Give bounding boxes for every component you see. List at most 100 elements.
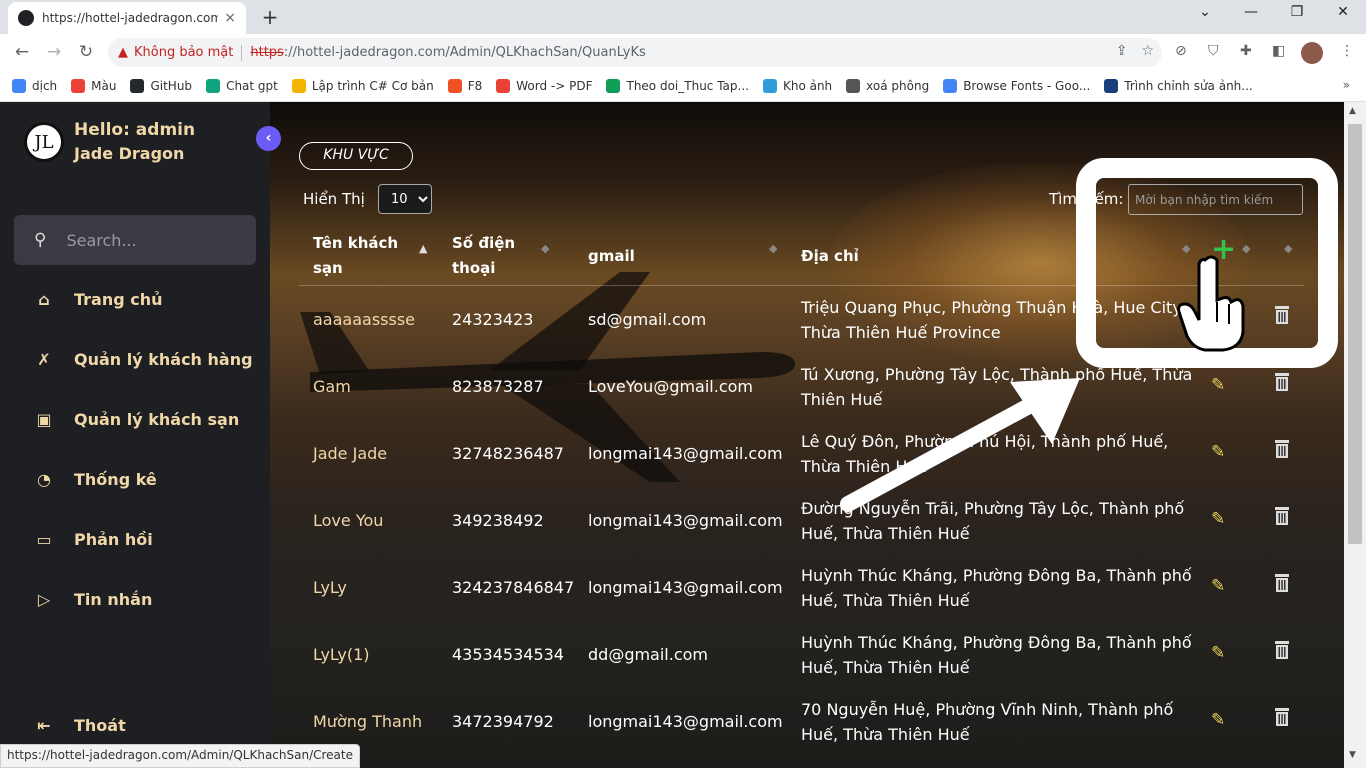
compass-extension-icon[interactable]: ⊘	[1175, 43, 1187, 59]
table-row: Love You 349238492 longmai143@gmail.com Đườ…	[299, 487, 1304, 554]
edit-pencil-icon[interactable]: ✎	[1211, 509, 1225, 529]
reload-icon[interactable]: ↻	[74, 41, 98, 65]
minimize-icon[interactable]: —	[1228, 4, 1274, 20]
restore-icon[interactable]: ❐	[1274, 4, 1320, 20]
cell-hotel-name: aaaaaasssse	[313, 310, 416, 329]
tab-title: https://hottel-jadedragon.com/A	[42, 11, 219, 25]
edit-pencil-icon[interactable]: ✎	[1211, 576, 1225, 596]
sidebar-item-label: Trang chủ	[74, 290, 163, 309]
sort-icon[interactable]: ◆	[769, 243, 777, 254]
bookmark-item[interactable]: xoá phông	[846, 79, 929, 93]
site-favicon-icon	[18, 10, 34, 26]
column-gmail[interactable]: gmail	[588, 226, 708, 286]
cell-gmail: dd@gmail.com	[588, 645, 709, 664]
delete-trash-icon[interactable]	[1275, 641, 1289, 659]
bookmark-item[interactable]: Word -> PDF	[496, 79, 592, 93]
divider	[241, 44, 243, 61]
tab-close-icon[interactable]: ×	[224, 10, 236, 26]
bookmark-item[interactable]: F8	[447, 79, 482, 93]
address-bar[interactable]: ▲ Không bảo mật https ://hottel-jadedrag…	[108, 38, 1162, 67]
bookmark-label: Theo doi_Thuc Tap...	[626, 79, 749, 93]
sidebar-item[interactable]: ◔ Thống kê	[34, 470, 157, 489]
edit-pencil-icon[interactable]: ✎	[1211, 710, 1225, 730]
more-bookmarks-icon[interactable]: »	[1343, 78, 1350, 92]
sidebar-search[interactable]: ⚲	[14, 215, 256, 265]
edit-pencil-icon[interactable]: ✎	[1211, 375, 1225, 395]
scrollbar-thumb[interactable]	[1348, 124, 1362, 544]
bookmark-item[interactable]: Kho ảnh	[762, 79, 832, 93]
bookmark-item[interactable]: Trình chỉnh sửa ảnh...	[1104, 79, 1253, 93]
link-status-bar: https://hottel-jadedragon.com/Admin/QLKh…	[0, 744, 361, 768]
browser-tab[interactable]: https://hottel-jadedragon.com/A ×	[8, 2, 246, 34]
page-scrollbar[interactable]: ▲ ▼	[1344, 102, 1366, 768]
cell-gmail: LoveYou@gmail.com	[588, 377, 754, 396]
sidebar-item[interactable]: ⌂ Trang chủ	[34, 290, 163, 309]
forward-arrow-icon[interactable]: →	[42, 41, 66, 65]
sidebar-item-label: Quản lý khách hàng	[74, 350, 253, 369]
table-row: LyLy(1) 43534534534 dd@gmail.com Huỳnh Thúc…	[299, 621, 1304, 688]
bookmark-label: Word -> PDF	[516, 79, 593, 93]
page-size-select[interactable]: 10	[378, 184, 432, 214]
new-tab-button[interactable]: +	[258, 6, 282, 30]
brand-name: Jade Dragon	[74, 144, 185, 163]
bookmark-item[interactable]: dịch	[12, 79, 57, 93]
bookmark-favicon-icon	[130, 79, 145, 93]
delete-trash-icon[interactable]	[1275, 708, 1289, 726]
delete-trash-icon[interactable]	[1275, 574, 1289, 592]
sidebar-item[interactable]: ▭ Phản hồi	[34, 530, 153, 549]
back-arrow-icon[interactable]: ←	[10, 41, 34, 65]
shield-extension-icon[interactable]: ⛉	[1208, 43, 1219, 59]
bookmark-item[interactable]: Màu	[71, 79, 116, 93]
cell-gmail: longmai143@gmail.com	[588, 712, 783, 731]
column-phone[interactable]: Số điện thoại	[452, 226, 532, 286]
table-row: Mường Thanh 3472394792 longmai143@gmail.co…	[299, 688, 1304, 755]
security-status[interactable]: Không bảo mật	[134, 45, 233, 60]
browser-toolbar: ← → ↻ ▲ Không bảo mật https ://hottel-ja…	[0, 34, 1366, 71]
sidebar-item-label: Quản lý khách sạn	[74, 410, 240, 429]
cell-hotel-name: LyLy	[313, 578, 347, 597]
bookmark-label: xoá phông	[866, 79, 930, 93]
logout-button[interactable]: ⇤ Thoát	[34, 716, 125, 735]
scroll-up-icon[interactable]: ▲	[1349, 106, 1356, 116]
bookmark-item[interactable]: Lập trình C# Cơ bản	[291, 79, 434, 93]
edit-pencil-icon[interactable]: ✎	[1211, 442, 1225, 462]
scroll-down-icon[interactable]: ▼	[1349, 750, 1356, 760]
sidebar-item[interactable]: ▷ Tin nhắn	[34, 590, 152, 609]
cell-phone: 24323423	[452, 310, 534, 329]
collapse-sidebar-button[interactable]: ‹	[256, 126, 281, 151]
bookmark-item[interactable]: GitHub	[130, 79, 192, 93]
delete-trash-icon[interactable]	[1275, 507, 1289, 525]
sidebar-search-input[interactable]	[66, 230, 227, 250]
column-address[interactable]: Địa chỉ	[801, 226, 1001, 286]
sidebar-item-label: Phản hồi	[74, 530, 153, 549]
edit-pencil-icon[interactable]: ✎	[1211, 643, 1225, 663]
delete-trash-icon[interactable]	[1275, 440, 1289, 458]
browser-tab-bar: https://hottel-jadedragon.com/A × + ⌄ — …	[0, 0, 1366, 34]
close-window-icon[interactable]: ✕	[1320, 4, 1366, 20]
sort-icon[interactable]: ◆	[541, 243, 549, 254]
delete-trash-icon[interactable]	[1275, 373, 1289, 391]
cell-phone: 823873287	[452, 377, 544, 396]
cell-phone: 349238492	[452, 511, 544, 530]
bookmark-item[interactable]: Browse Fonts - Goo...	[943, 79, 1090, 93]
sidebar-item[interactable]: ✗ Quản lý khách hàng	[34, 350, 253, 369]
share-icon[interactable]: ⇪	[1116, 43, 1128, 59]
bookmark-favicon-icon	[447, 79, 462, 93]
bookmark-label: GitHub	[150, 79, 193, 93]
bookmark-star-icon[interactable]: ☆	[1141, 43, 1154, 59]
puzzle-extensions-icon[interactable]: ✚	[1240, 43, 1252, 59]
bookmark-item[interactable]: Theo doi_Thuc Tap...	[606, 79, 749, 93]
chevron-down-icon[interactable]: ⌄	[1182, 4, 1228, 20]
more-menu-icon[interactable]: ⋮	[1340, 43, 1354, 59]
area-filter-button[interactable]: KHU VỰC	[299, 142, 413, 170]
cell-hotel-name: Love You	[313, 511, 384, 530]
bookmark-favicon-icon	[606, 79, 621, 93]
sort-asc-icon[interactable]: ▲	[419, 243, 427, 254]
hotel-badge-icon: ▣	[36, 410, 52, 429]
message-icon: ▭	[36, 530, 52, 549]
side-panel-icon[interactable]: ◧	[1272, 43, 1285, 59]
bookmark-item[interactable]: Chat gpt	[206, 79, 278, 93]
profile-avatar[interactable]	[1301, 42, 1323, 64]
sidebar-item[interactable]: ▣ Quản lý khách sạn	[34, 410, 239, 429]
column-hotel-name[interactable]: Tên khách sạn	[313, 226, 413, 286]
